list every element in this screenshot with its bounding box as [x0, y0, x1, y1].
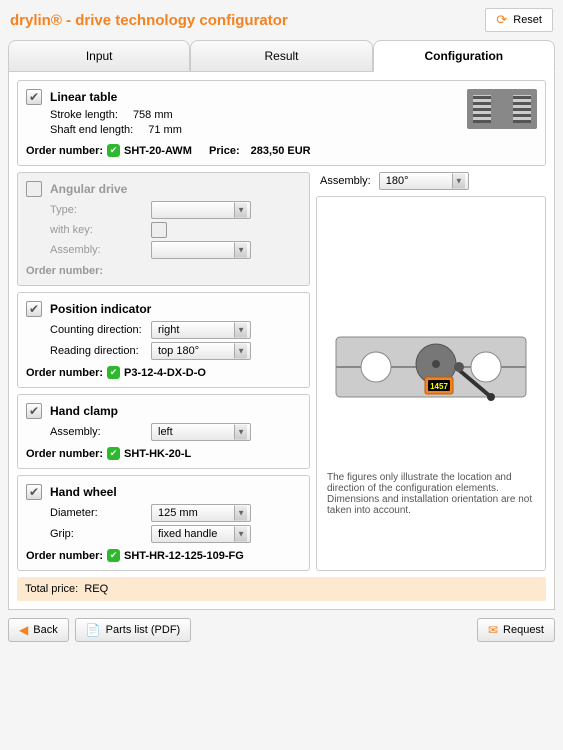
checkbox-hand-clamp[interactable] [26, 403, 42, 419]
order-value: P3-12-4-DX-D-O [124, 367, 206, 379]
select-grip[interactable]: fixed handle [151, 525, 251, 543]
total-price-bar: Total price: REQ [17, 577, 546, 601]
price-label: Price: [209, 145, 240, 157]
panel-position-indicator: Position indicator Counting direction: ri… [17, 292, 310, 388]
reset-label: Reset [513, 14, 542, 26]
checkbox-angular-drive[interactable] [26, 181, 42, 197]
panel-title: Hand clamp [50, 404, 118, 418]
page-title: drylin® - drive technology configurator [10, 12, 288, 29]
checkbox-position-indicator[interactable] [26, 301, 42, 317]
diameter-label: Diameter: [50, 507, 145, 519]
panel-title: Linear table [50, 90, 117, 104]
check-icon: ✔ [107, 447, 120, 460]
panel-title: Angular drive [50, 182, 127, 196]
checkbox-with-key [151, 222, 167, 238]
checkbox-linear-table[interactable] [26, 89, 42, 105]
assembly-right-label: Assembly: [320, 175, 371, 187]
count-dir-label: Counting direction: [50, 324, 145, 336]
order-label: Order number: [26, 145, 103, 157]
panel-title: Position indicator [50, 302, 151, 316]
select-reading-direction[interactable]: top 180° [151, 342, 251, 360]
reset-button[interactable]: ⟳ Reset [485, 8, 553, 32]
tab-result[interactable]: Result [190, 40, 372, 72]
select-assembly-right[interactable]: 180° [379, 172, 469, 190]
type-label: Type: [50, 204, 145, 216]
grip-label: Grip: [50, 528, 145, 540]
order-label: Order number: [26, 448, 103, 460]
panel-linear-table: Linear table Stroke length: 758 mm Shaft… [17, 80, 546, 166]
select-angular-assembly[interactable] [151, 241, 251, 259]
panel-title: Hand wheel [50, 485, 117, 499]
stroke-value: 758 mm [133, 109, 173, 121]
illustration-panel: 1457 The figures only illustrate the loc… [316, 196, 546, 571]
linear-table-image [467, 89, 537, 129]
stroke-label: Stroke length: [50, 109, 118, 121]
refresh-icon: ⟳ [496, 12, 507, 28]
tab-configuration[interactable]: Configuration [373, 40, 555, 72]
read-dir-label: Reading direction: [50, 345, 145, 357]
assembly-label: Assembly: [50, 426, 145, 438]
order-value: SHT-HR-12-125-109-FG [124, 550, 244, 562]
illustration-note: The figures only illustrate the location… [327, 472, 535, 516]
panel-hand-wheel: Hand wheel Diameter: 125 mm Grip: fixed ha… [17, 475, 310, 571]
arrow-left-icon: ◀ [19, 623, 28, 637]
assembly-label: Assembly: [50, 244, 145, 256]
select-counting-direction[interactable]: right [151, 321, 251, 339]
shaft-label: Shaft end length: [50, 124, 133, 136]
order-label: Order number: [26, 367, 103, 379]
total-label: Total price: [25, 583, 78, 595]
request-button[interactable]: ✉Request [477, 618, 555, 642]
back-button[interactable]: ◀Back [8, 618, 69, 642]
panel-angular-drive: Angular drive Type: with key: Assembly: … [17, 172, 310, 286]
check-icon: ✔ [107, 549, 120, 562]
select-handclamp-assembly[interactable]: left [151, 423, 251, 441]
order-value: SHT-20-AWM [124, 145, 192, 157]
check-icon: ✔ [107, 144, 120, 157]
select-angular-type[interactable] [151, 201, 251, 219]
counter-value: 1457 [430, 382, 448, 391]
price-value: 283,50 EUR [251, 145, 311, 157]
mail-icon: ✉ [488, 623, 498, 637]
order-label: Order number: [26, 550, 103, 562]
withkey-label: with key: [50, 224, 145, 236]
assembly-illustration: 1457 [331, 312, 531, 422]
checkbox-hand-wheel[interactable] [26, 484, 42, 500]
shaft-value: 71 mm [148, 124, 182, 136]
select-diameter[interactable]: 125 mm [151, 504, 251, 522]
order-label: Order number: [26, 265, 103, 277]
check-icon: ✔ [107, 366, 120, 379]
tab-input[interactable]: Input [8, 40, 190, 72]
parts-list-button[interactable]: 📄Parts list (PDF) [75, 618, 192, 642]
total-value: REQ [84, 583, 108, 595]
pdf-icon: 📄 [86, 623, 101, 637]
order-value: SHT-HK-20-L [124, 448, 191, 460]
panel-hand-clamp: Hand clamp Assembly: left Order number: ✔… [17, 394, 310, 469]
